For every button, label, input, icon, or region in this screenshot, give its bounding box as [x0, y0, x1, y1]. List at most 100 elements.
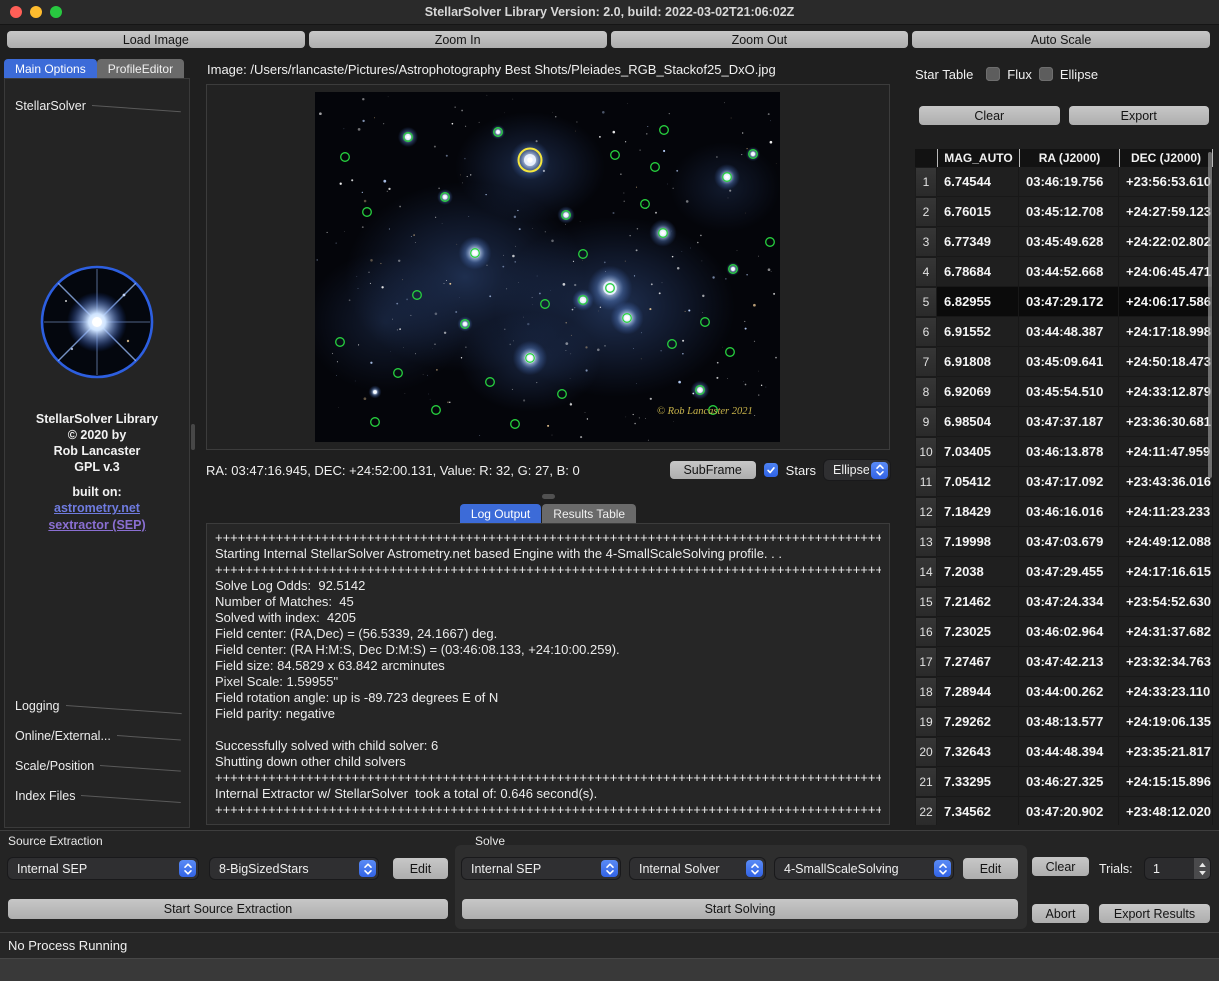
mag-cell[interactable]: 7.2038: [937, 557, 1019, 587]
sidebar-section-logging[interactable]: Logging: [15, 695, 181, 713]
mag-cell[interactable]: 7.28944: [937, 677, 1019, 707]
ra-cell[interactable]: 03:48:13.577: [1019, 707, 1119, 737]
horizontal-splitter-handle[interactable]: [542, 494, 555, 499]
edit-extraction-profile-button[interactable]: Edit: [393, 858, 448, 879]
ra-cell[interactable]: 03:46:27.325: [1019, 767, 1119, 797]
start-solving-button[interactable]: Start Solving: [462, 899, 1018, 919]
dec-cell[interactable]: +24:11:47.959: [1119, 437, 1213, 467]
row-values[interactable]: 6.8295503:47:29.172+24:06:17.586: [937, 287, 1213, 317]
table-row[interactable]: 107.0340503:46:13.878+24:11:47.959: [915, 437, 1213, 467]
row-number-cell[interactable]: 19: [915, 707, 937, 737]
table-row[interactable]: 217.3329503:46:27.325+24:15:15.896: [915, 767, 1213, 797]
ra-cell[interactable]: 03:46:16.016: [1019, 497, 1119, 527]
edit-solve-profile-button[interactable]: Edit: [963, 858, 1018, 879]
minimize-window-button[interactable]: [30, 6, 42, 18]
row-number-cell[interactable]: 1: [915, 167, 937, 197]
row-values[interactable]: 7.2146203:47:24.334+23:54:52.630: [937, 587, 1213, 617]
tab-main-options[interactable]: Main Options: [4, 59, 97, 78]
solve-extractor-select[interactable]: Internal SEP: [462, 858, 620, 879]
tab-results-table[interactable]: Results Table: [542, 504, 636, 523]
ra-cell[interactable]: 03:47:17.092: [1019, 467, 1119, 497]
ra-cell[interactable]: 03:47:24.334: [1019, 587, 1119, 617]
mag-cell[interactable]: 7.27467: [937, 647, 1019, 677]
row-number-cell[interactable]: 15: [915, 587, 937, 617]
row-values[interactable]: 7.0541203:47:17.092+23:43:36.016: [937, 467, 1213, 497]
dec-cell[interactable]: +24:06:17.586: [1119, 287, 1213, 317]
ra-cell[interactable]: 03:45:49.628: [1019, 227, 1119, 257]
dec-cell[interactable]: +24:11:23.233: [1119, 497, 1213, 527]
fullscreen-window-button[interactable]: [50, 6, 62, 18]
sidebar-section-scale-position[interactable]: Scale/Position: [15, 755, 181, 773]
zoom-in-button[interactable]: Zoom In: [309, 31, 607, 48]
row-values[interactable]: 7.3456203:47:20.902+23:48:12.020: [937, 797, 1213, 825]
astrometry-link[interactable]: astrometry.net: [54, 501, 140, 515]
mag-cell[interactable]: 6.74544: [937, 167, 1019, 197]
row-values[interactable]: 7.3329503:46:27.325+24:15:15.896: [937, 767, 1213, 797]
row-values[interactable]: 6.7868403:44:52.668+24:06:45.471: [937, 257, 1213, 287]
spinner-stepper-icon[interactable]: [1194, 858, 1210, 879]
dec-cell[interactable]: +23:56:53.610: [1119, 167, 1213, 197]
table-row[interactable]: 46.7868403:44:52.668+24:06:45.471: [915, 257, 1213, 287]
mag-cell[interactable]: 7.18429: [937, 497, 1019, 527]
row-number-cell[interactable]: 2: [915, 197, 937, 227]
sextractor-link[interactable]: sextractor (SEP): [48, 518, 145, 532]
mag-cell[interactable]: 6.78684: [937, 257, 1019, 287]
dec-cell[interactable]: +23:36:30.681: [1119, 407, 1213, 437]
dec-cell[interactable]: +24:31:37.682: [1119, 617, 1213, 647]
mag-cell[interactable]: 6.82955: [937, 287, 1019, 317]
row-number-cell[interactable]: 8: [915, 377, 937, 407]
row-number-cell[interactable]: 7: [915, 347, 937, 377]
row-number-cell[interactable]: 10: [915, 437, 937, 467]
dec-cell[interactable]: +24:27:59.123: [1119, 197, 1213, 227]
dec-cell[interactable]: +24:22:02.802: [1119, 227, 1213, 257]
row-number-cell[interactable]: 5: [915, 287, 937, 317]
column-header-ra[interactable]: RA (J2000): [1019, 149, 1119, 167]
row-number-cell[interactable]: 20: [915, 737, 937, 767]
ellipse-checkbox[interactable]: [1039, 67, 1053, 81]
ra-cell[interactable]: 03:47:20.902: [1019, 797, 1119, 825]
dec-cell[interactable]: +23:32:34.763: [1119, 647, 1213, 677]
row-number-cell[interactable]: 16: [915, 617, 937, 647]
row-number-cell[interactable]: 22: [915, 797, 937, 825]
row-number-cell[interactable]: 14: [915, 557, 937, 587]
table-row[interactable]: 207.3264303:44:48.394+23:35:21.817: [915, 737, 1213, 767]
sidebar-section-stellarsolver[interactable]: StellarSolver: [15, 95, 181, 113]
mag-cell[interactable]: 6.77349: [937, 227, 1019, 257]
ra-cell[interactable]: 03:47:29.455: [1019, 557, 1119, 587]
ra-cell[interactable]: 03:44:00.262: [1019, 677, 1119, 707]
table-row[interactable]: 16.7454403:46:19.756+23:56:53.610: [915, 167, 1213, 197]
row-values[interactable]: 6.9180803:45:09.641+24:50:18.473: [937, 347, 1213, 377]
ra-cell[interactable]: 03:46:13.878: [1019, 437, 1119, 467]
vertical-splitter-handle[interactable]: [191, 424, 195, 450]
mag-cell[interactable]: 7.03405: [937, 437, 1019, 467]
table-scrollbar[interactable]: [1208, 152, 1212, 478]
export-results-button[interactable]: Export Results: [1099, 904, 1210, 923]
extraction-profile-select[interactable]: 8-BigSizedStars: [210, 858, 378, 879]
row-number-cell[interactable]: 3: [915, 227, 937, 257]
row-values[interactable]: 7.1842903:46:16.016+24:11:23.233: [937, 497, 1213, 527]
row-number-cell[interactable]: 4: [915, 257, 937, 287]
row-values[interactable]: 6.7734903:45:49.628+24:22:02.802: [937, 227, 1213, 257]
table-row[interactable]: 96.9850403:47:37.187+23:36:30.681: [915, 407, 1213, 437]
row-number-cell[interactable]: 11: [915, 467, 937, 497]
ra-cell[interactable]: 03:46:19.756: [1019, 167, 1119, 197]
mag-cell[interactable]: 7.21462: [937, 587, 1019, 617]
column-header-mag-auto[interactable]: MAG_AUTO: [937, 149, 1019, 167]
dec-cell[interactable]: +24:33:12.879: [1119, 377, 1213, 407]
table-row[interactable]: 157.2146203:47:24.334+23:54:52.630: [915, 587, 1213, 617]
row-number-cell[interactable]: 17: [915, 647, 937, 677]
row-values[interactable]: 6.9850403:47:37.187+23:36:30.681: [937, 407, 1213, 437]
ra-cell[interactable]: 03:47:03.679: [1019, 527, 1119, 557]
table-row[interactable]: 227.3456203:47:20.902+23:48:12.020: [915, 797, 1213, 825]
log-output[interactable]: ++++++++++++++++++++++++++++++++++++++++…: [206, 523, 890, 825]
dec-cell[interactable]: +24:17:16.615: [1119, 557, 1213, 587]
flux-checkbox[interactable]: [986, 67, 1000, 81]
ra-cell[interactable]: 03:44:48.394: [1019, 737, 1119, 767]
dec-cell[interactable]: +24:33:23.110: [1119, 677, 1213, 707]
table-row[interactable]: 26.7601503:45:12.708+24:27:59.123: [915, 197, 1213, 227]
start-source-extraction-button[interactable]: Start Source Extraction: [8, 899, 448, 919]
table-row[interactable]: 187.2894403:44:00.262+24:33:23.110: [915, 677, 1213, 707]
row-number-cell[interactable]: 18: [915, 677, 937, 707]
table-row[interactable]: 137.1999803:47:03.679+24:49:12.088: [915, 527, 1213, 557]
table-row[interactable]: 66.9155203:44:48.387+24:17:18.998: [915, 317, 1213, 347]
